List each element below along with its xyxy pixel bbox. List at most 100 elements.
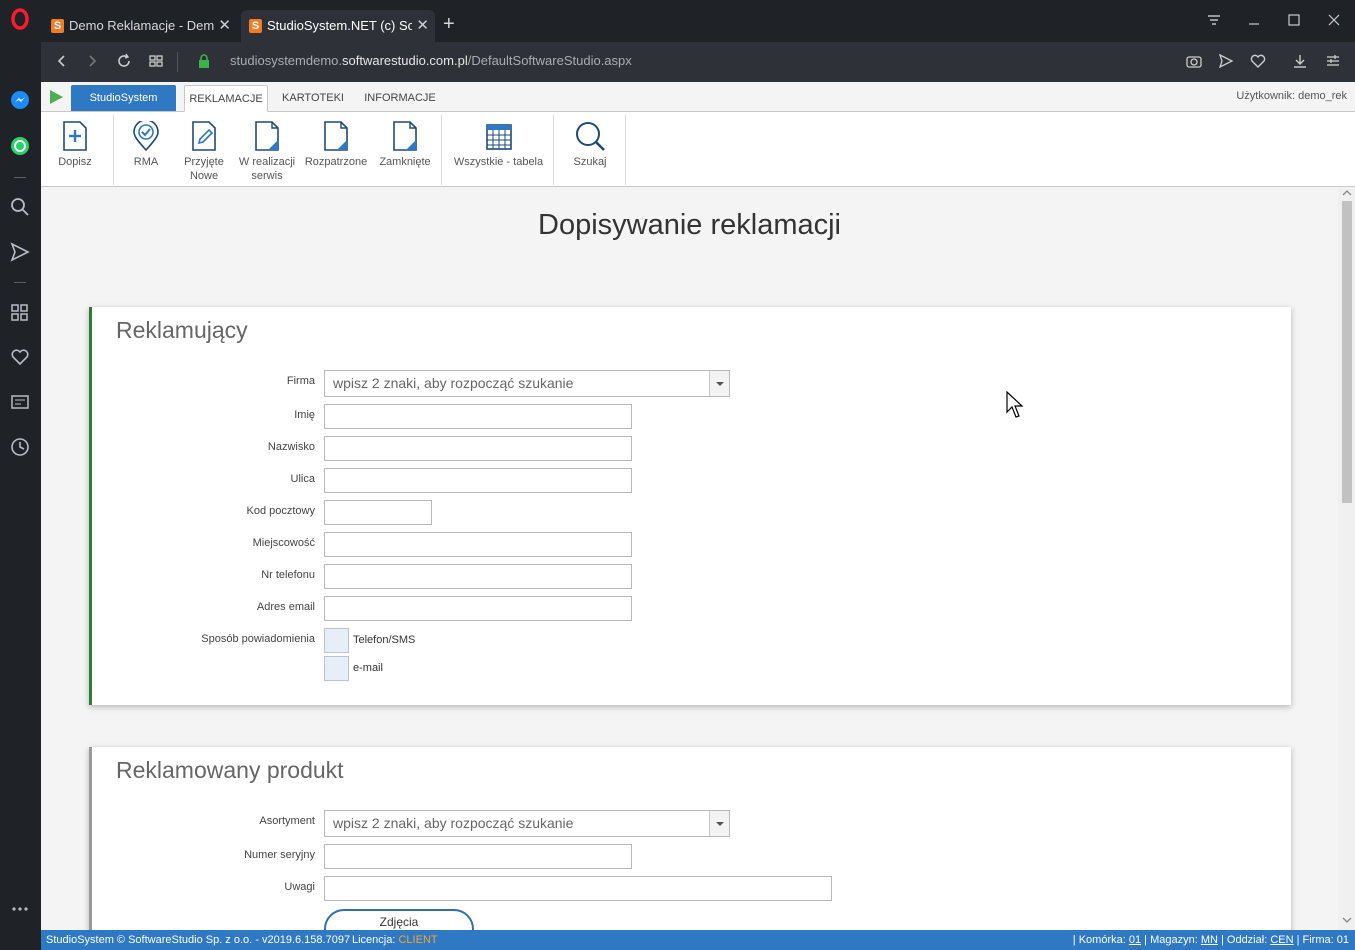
oddzial-link[interactable]: CEN (1270, 934, 1293, 946)
asortyment-combobox[interactable]: wpisz 2 znaki, aby rozpocząć szukanie (324, 810, 730, 837)
lock-icon[interactable] (197, 53, 211, 69)
scroll-up-icon[interactable] (1342, 188, 1352, 198)
komorka-link[interactable]: 01 (1129, 934, 1141, 946)
close-icon[interactable]: ✕ (218, 10, 231, 42)
search-icon (576, 122, 605, 151)
uwagi-label: Uwagi (284, 881, 315, 893)
app-window: StudioSystem REKLAMACJE KARTOTEKI INFORM… (41, 82, 1355, 950)
send-icon[interactable] (1218, 53, 1234, 69)
mouse-cursor-icon (1006, 391, 1026, 419)
window-close-icon[interactable] (1326, 12, 1342, 28)
szukaj-button[interactable]: Szukaj (563, 115, 617, 169)
forward-icon[interactable] (84, 53, 100, 69)
nazwisko-input[interactable] (324, 436, 632, 461)
wszystkie-tabela-button[interactable]: Wszystkie - tabela (451, 115, 546, 169)
favicon-icon: S (249, 19, 262, 33)
download-icon[interactable] (1292, 53, 1308, 69)
reload-icon[interactable] (116, 53, 132, 69)
more-icon[interactable] (9, 898, 31, 920)
history-icon[interactable] (9, 436, 31, 458)
page-title: Dopisywanie reklamacji (538, 209, 841, 241)
dopisz-button[interactable]: Dopisz (43, 115, 107, 169)
bookmark-heart-icon[interactable] (1250, 53, 1266, 69)
content-area: Dopisywanie reklamacji Reklamujący Firma… (41, 187, 1338, 930)
miejscowosc-input[interactable] (324, 532, 632, 557)
asortyment-label: Asortyment (259, 815, 315, 827)
add-document-icon (63, 121, 87, 151)
scrollbar-thumb[interactable] (1342, 201, 1352, 503)
browser-tab-1[interactable]: S Demo Reklamacje - Demo ✕ (43, 10, 237, 42)
send-icon[interactable] (9, 241, 31, 263)
miejscowosc-label: Miejscowość (252, 537, 315, 549)
uwagi-input[interactable] (324, 876, 832, 901)
search-icon[interactable] (9, 196, 31, 218)
scroll-down-icon[interactable] (1342, 915, 1352, 925)
tab-reklamacje[interactable]: REKLAMACJE (184, 85, 268, 112)
play-icon[interactable] (48, 89, 64, 105)
ulica-input[interactable] (324, 468, 632, 493)
maximize-icon[interactable] (1286, 12, 1302, 28)
rma-button[interactable]: RMA (119, 115, 173, 169)
tab-studiosystem[interactable]: StudioSystem (71, 85, 176, 111)
w-realizacji-button[interactable]: W realizacji serwis (235, 115, 299, 183)
opera-logo-icon[interactable] (9, 8, 31, 30)
section-heading: Reklamowany produkt (116, 757, 344, 783)
tab-title: StudioSystem.NET (c) SoftwareStudio (267, 18, 412, 33)
kod-pocztowy-input[interactable] (324, 500, 432, 525)
edit-document-icon (192, 121, 216, 151)
document-icon (255, 121, 279, 151)
zamkniete-button[interactable]: Zamknięte (376, 115, 434, 169)
document-icon (393, 121, 417, 151)
chevron-down-icon[interactable] (709, 371, 729, 396)
zdjecia-button[interactable]: Zdjęcia (324, 909, 474, 930)
tab-kartoteki[interactable]: KARTOTEKI (278, 85, 348, 112)
url-field[interactable]: studiosystemdemo.softwarestudio.com.pl/D… (230, 53, 632, 68)
status-bar: StudioSystem © SoftwareStudio Sp. z o.o.… (41, 930, 1355, 950)
license-info: Licencja: CLIENT (352, 934, 438, 946)
email-checkbox[interactable] (324, 656, 349, 681)
messenger-icon[interactable] (9, 89, 31, 111)
przyjete-nowe-button[interactable]: Przyjęte Nowe (177, 115, 231, 183)
back-icon[interactable] (54, 53, 70, 69)
new-tab-button[interactable]: + (443, 13, 455, 36)
tab-title: Demo Reklamacje - Demo (69, 18, 214, 33)
powiadomienie-label: Sposób powiadomienia (201, 633, 315, 645)
tabs-grid-icon[interactable] (148, 53, 164, 69)
tab-menu-icon[interactable] (1206, 12, 1222, 28)
address-bar: studiosystemdemo.softwarestudio.com.pl/D… (41, 42, 1355, 82)
firma-combobox[interactable]: wpisz 2 znaki, aby rozpocząć szukanie (324, 370, 730, 397)
email-input[interactable] (324, 596, 632, 621)
whatsapp-icon[interactable] (9, 135, 31, 157)
telefon-input[interactable] (324, 564, 632, 589)
opera-sidebar (0, 0, 41, 950)
telefon-sms-checkbox[interactable] (324, 628, 349, 653)
reklamujacy-section: Reklamujący Firma wpisz 2 znaki, aby roz… (89, 307, 1291, 705)
chevron-down-icon[interactable] (709, 811, 729, 836)
telefon-label: Nr telefonu (261, 569, 315, 581)
magazyn-link[interactable]: MN (1201, 934, 1218, 946)
speed-dial-icon[interactable] (9, 301, 31, 323)
section-heading: Reklamujący (116, 317, 248, 343)
snapshot-icon[interactable] (1186, 53, 1202, 69)
table-icon (485, 124, 512, 150)
nazwisko-label: Nazwisko (267, 441, 315, 453)
imie-input[interactable] (324, 404, 632, 429)
rozpatrzone-button[interactable]: Rozpatrzone (303, 115, 369, 169)
firma-label: Firma (286, 375, 315, 387)
close-icon[interactable]: ✕ (416, 10, 429, 42)
version-info: StudioSystem © SoftwareStudio Sp. z o.o.… (46, 934, 351, 946)
tab-informacje[interactable]: INFORMACJE (359, 85, 441, 112)
numer-seryjny-input[interactable] (324, 844, 632, 869)
news-icon[interactable] (9, 391, 31, 413)
minimize-icon[interactable] (1246, 12, 1262, 28)
imie-label: Imię (294, 409, 315, 421)
heart-icon[interactable] (9, 346, 31, 368)
easy-setup-icon[interactable] (1325, 53, 1341, 69)
reklamowany-produkt-section: Reklamowany produkt Asortyment wpisz 2 z… (89, 747, 1291, 930)
numer-seryjny-label: Numer seryjny (244, 849, 315, 861)
ulica-label: Ulica (290, 473, 315, 485)
browser-tab-2[interactable]: S StudioSystem.NET (c) SoftwareStudio ✕ (241, 10, 435, 42)
vertical-scrollbar[interactable] (1338, 187, 1355, 930)
email-label: Adres email (256, 601, 315, 613)
telefon-sms-label: Telefon/SMS (353, 634, 416, 646)
